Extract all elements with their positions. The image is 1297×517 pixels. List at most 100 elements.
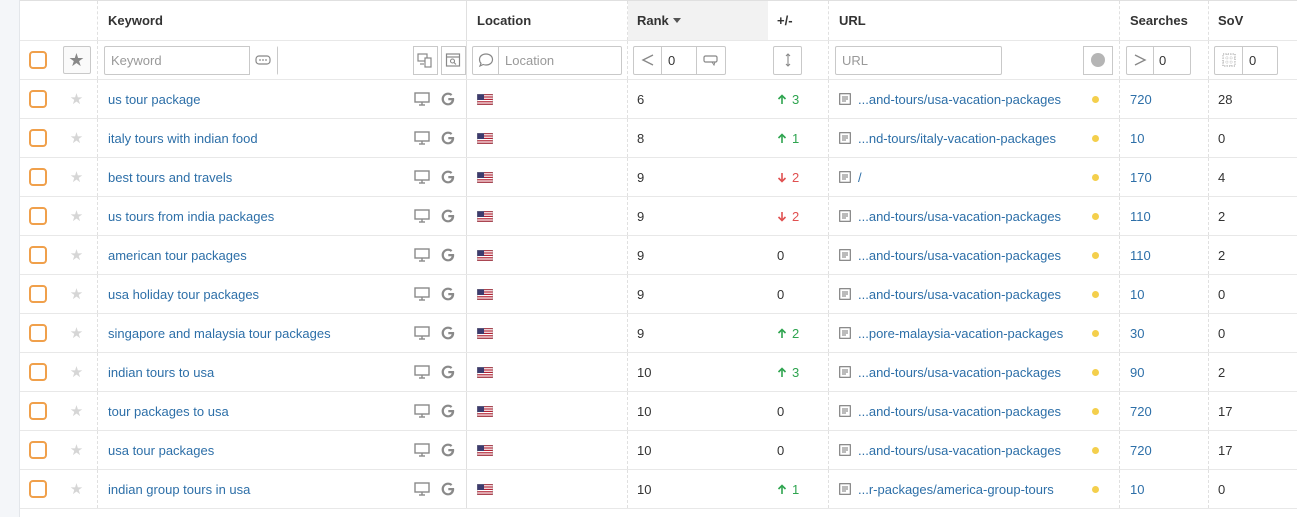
searches-link[interactable]: 10 [1130, 482, 1144, 497]
url-link[interactable]: ...r-packages/america-group-tours [858, 482, 1054, 497]
searches-link[interactable]: 10 [1130, 131, 1144, 146]
row-check-cell [20, 392, 56, 430]
searches-link[interactable]: 30 [1130, 326, 1144, 341]
column-header-location[interactable]: Location [467, 1, 628, 40]
rank-operator-button[interactable] [634, 46, 662, 74]
row-checkbox[interactable] [29, 129, 47, 147]
location-filter-toggle[interactable] [473, 46, 499, 74]
column-header-rank[interactable]: Rank [628, 1, 768, 40]
rank-filter-input[interactable]: 0 [633, 45, 726, 75]
keyword-link[interactable]: usa tour packages [108, 443, 214, 458]
change-sort-button[interactable] [773, 45, 802, 75]
searches-link[interactable]: 90 [1130, 365, 1144, 380]
keyword-link[interactable]: us tours from india packages [108, 209, 274, 224]
row-checkbox[interactable] [29, 207, 47, 225]
url-link[interactable]: ...pore-malaysia-vacation-packages [858, 326, 1063, 341]
device-filter-button[interactable] [412, 45, 438, 75]
sov-filter-input[interactable]: 0 [1214, 45, 1278, 75]
keyword-cell: usa holiday tour packages [98, 275, 467, 313]
favorite-star-icon[interactable]: ★ [70, 131, 83, 146]
favorite-star-icon[interactable]: ★ [70, 92, 83, 107]
document-icon [839, 405, 851, 417]
searches-cell: 110 [1120, 197, 1209, 235]
us-flag-icon [477, 93, 493, 105]
searches-link[interactable]: 110 [1130, 209, 1151, 224]
searches-link[interactable]: 10 [1130, 287, 1144, 302]
row-checkbox[interactable] [29, 168, 47, 186]
keyword-link[interactable]: usa holiday tour packages [108, 287, 259, 302]
keyword-link[interactable]: best tours and travels [108, 170, 232, 185]
row-checkbox[interactable] [29, 90, 47, 108]
us-flag-icon [477, 132, 493, 144]
favorite-star-icon[interactable]: ★ [70, 443, 83, 458]
keyword-tag-filter-button[interactable] [248, 45, 277, 75]
searches-cell: 30 [1120, 314, 1209, 352]
searches-link[interactable]: 720 [1130, 443, 1152, 458]
favorite-star-icon[interactable]: ★ [70, 404, 83, 419]
searches-link[interactable]: 720 [1130, 92, 1152, 107]
desktop-icon [414, 326, 430, 340]
engine-filter-button[interactable] [440, 45, 467, 75]
searches-operator-button[interactable] [1127, 46, 1154, 74]
url-link[interactable]: ...and-tours/usa-vacation-packages [858, 443, 1061, 458]
row-checkbox[interactable] [29, 363, 47, 381]
row-checkbox[interactable] [29, 441, 47, 459]
star-filter-button[interactable]: ★ [62, 46, 91, 74]
url-link[interactable]: ...and-tours/usa-vacation-packages [858, 287, 1061, 302]
less-than-icon [640, 54, 653, 66]
url-cell: ...and-tours/usa-vacation-packages [829, 275, 1120, 313]
sov-operator-button[interactable] [1215, 46, 1243, 74]
column-header-keyword[interactable]: Keyword [98, 1, 467, 40]
keyword-link[interactable]: singapore and malaysia tour packages [108, 326, 331, 341]
url-link[interactable]: ...and-tours/usa-vacation-packages [858, 365, 1061, 380]
rank-options-button[interactable] [696, 46, 724, 74]
url-link[interactable]: ...and-tours/usa-vacation-packages [858, 92, 1061, 107]
keyword-link[interactable]: american tour packages [108, 248, 247, 263]
keyword-link[interactable]: indian tours to usa [108, 365, 214, 380]
searches-filter-input[interactable]: 0 [1126, 45, 1191, 75]
favorite-star-icon[interactable]: ★ [70, 482, 83, 497]
row-checkbox[interactable] [29, 402, 47, 420]
searches-link[interactable]: 720 [1130, 404, 1152, 419]
searches-link[interactable]: 110 [1130, 248, 1151, 263]
column-header-sov[interactable]: SoV [1209, 1, 1297, 40]
keyword-link[interactable]: us tour package [108, 92, 201, 107]
url-link[interactable]: / [858, 170, 862, 185]
column-header-searches[interactable]: Searches [1120, 1, 1209, 40]
row-checkbox[interactable] [29, 324, 47, 342]
keyword-link[interactable]: indian group tours in usa [108, 482, 250, 497]
url-filter-placeholder: URL [842, 52, 869, 68]
searches-link[interactable]: 170 [1130, 170, 1152, 185]
url-filter-input[interactable]: URL [835, 45, 1002, 75]
favorite-star-icon[interactable]: ★ [70, 365, 83, 380]
url-link[interactable]: ...and-tours/usa-vacation-packages [858, 248, 1061, 263]
url-link[interactable]: ...and-tours/usa-vacation-packages [858, 209, 1061, 224]
location-filter-input[interactable]: Location [472, 45, 622, 75]
row-checkbox[interactable] [29, 246, 47, 264]
rank-cell: 8 [628, 119, 768, 157]
row-checkbox[interactable] [29, 480, 47, 498]
rank-value: 10 [637, 364, 652, 380]
location-cell [467, 158, 628, 196]
row-star-cell: ★ [56, 236, 98, 274]
select-all-checkbox[interactable] [29, 51, 47, 69]
keyword-engine-icons [414, 158, 456, 196]
rank-header-label: Rank [637, 13, 669, 28]
column-header-change[interactable]: +/- [768, 1, 829, 40]
location-cell [467, 80, 628, 118]
favorite-star-icon[interactable]: ★ [70, 326, 83, 341]
url-link[interactable]: ...and-tours/usa-vacation-packages [858, 404, 1061, 419]
url-status-filter-button[interactable] [1083, 45, 1113, 75]
favorite-star-icon[interactable]: ★ [70, 209, 83, 224]
row-star-cell: ★ [56, 470, 98, 508]
keyword-link[interactable]: tour packages to usa [108, 404, 229, 419]
favorite-star-icon[interactable]: ★ [70, 287, 83, 302]
row-checkbox[interactable] [29, 285, 47, 303]
url-link[interactable]: ...nd-tours/italy-vacation-packages [858, 131, 1056, 146]
column-header-url[interactable]: URL [829, 1, 1120, 40]
arrow-down-icon [777, 209, 792, 224]
favorite-star-icon[interactable]: ★ [70, 170, 83, 185]
favorite-star-icon[interactable]: ★ [70, 248, 83, 263]
keyword-filter-input[interactable]: Keyword [104, 45, 278, 75]
keyword-link[interactable]: italy tours with indian food [108, 131, 258, 146]
